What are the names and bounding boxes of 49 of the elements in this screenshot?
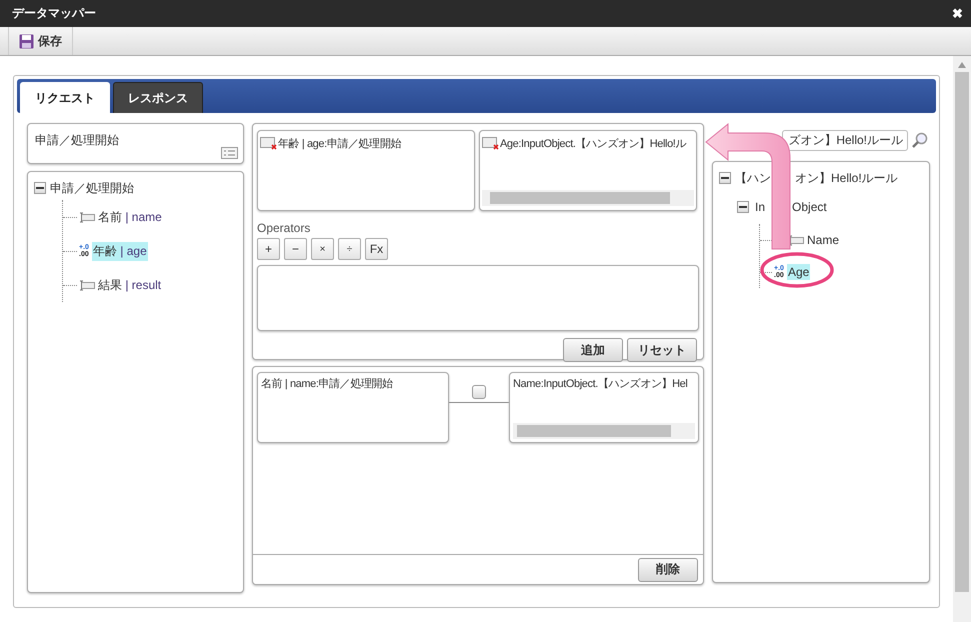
tree-node[interactable]: 【ハン [735,170,771,186]
reset-button[interactable]: リセット [627,338,697,362]
tree-node[interactable]: 申請／処理開始 [50,180,134,196]
horizontal-scrollbar[interactable] [482,190,694,206]
text-field-icon [79,279,95,291]
tree-node[interactable]: Object [792,200,827,214]
minus-icon [721,176,729,180]
field-text: Age:InputObject.【ハンズオン】Hello!ル [500,136,686,150]
tree-node[interactable]: 結果 | result [97,276,162,294]
tab[interactable]: レスポンス [113,82,203,113]
scroll-up-icon[interactable] [958,62,966,68]
horizontal-scrollbar[interactable] [513,423,695,439]
text-field-icon [788,234,804,246]
close-button[interactable]: ✖ [952,6,963,21]
add-button[interactable]: 追加 [563,338,623,362]
text-field-icon [79,211,95,223]
tree-node[interactable]: Age [786,264,810,280]
operator-button[interactable]: × [311,238,334,260]
minus-icon [36,186,44,190]
broken-field-icon [260,136,278,150]
delete-button[interactable]: 削除 [638,558,698,582]
list-icon[interactable] [221,147,238,159]
save-button[interactable]: 保存 [8,27,73,55]
operator-button[interactable]: ÷ [338,238,361,260]
mapping-text: 名前 | name:申請／処理開始 [261,377,394,391]
operator-button[interactable]: − [284,238,307,260]
search-icon[interactable] [912,132,928,148]
minus-icon [739,206,747,208]
collapse-button[interactable] [719,172,731,184]
field-text: 年齢 | age:申請／処理開始 [278,136,401,150]
tree-node[interactable]: オン】Hello!ルール [795,170,898,186]
operator-button[interactable]: + [257,238,280,260]
source-title: 申請／処理開始 [35,133,119,147]
tree-node[interactable]: 名前 | name [97,208,163,226]
tree-node[interactable]: Name [806,232,840,248]
search-field[interactable]: ズオン】Hello!ルール [782,130,908,150]
expression-area[interactable] [257,265,699,331]
vertical-scrollbar[interactable] [953,56,971,622]
collapse-button[interactable] [737,201,749,213]
operator-button[interactable]: Fx [365,238,388,260]
tab[interactable]: リクエスト [20,82,110,113]
broken-field-icon [482,136,500,150]
operators-label: Operators [257,221,312,235]
tree-node[interactable]: In [755,200,766,214]
checkbox[interactable] [472,385,486,399]
collapse-button[interactable] [34,182,46,194]
mapping-text: Name:InputObject.【ハンズオン】Hel [513,376,688,391]
tree-node[interactable]: 年齢 | age [92,242,148,260]
window-title: データマッパー [12,5,96,22]
